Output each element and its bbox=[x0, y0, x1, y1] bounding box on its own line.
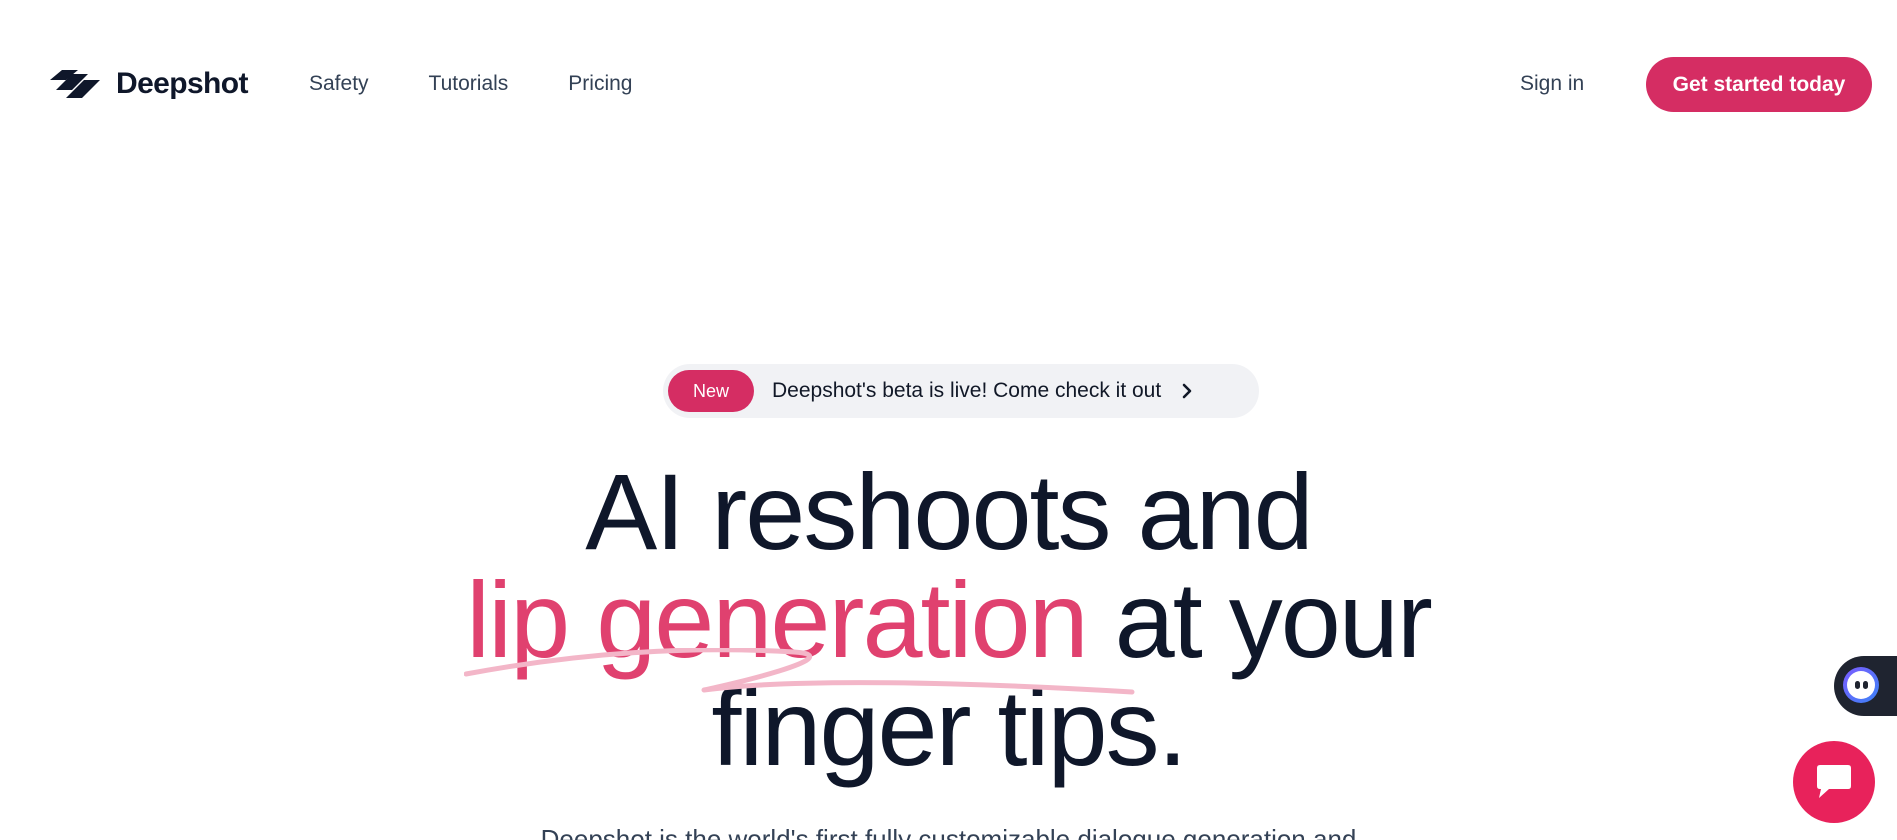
brand-name: Deepshot bbox=[116, 67, 248, 100]
hero-line-1: AI reshoots and bbox=[585, 451, 1313, 572]
announcement-text: Deepshot's beta is live! Come check it o… bbox=[772, 379, 1162, 402]
main-nav: Safety Tutorials Pricing bbox=[309, 70, 693, 98]
hero-subtitle: Deepshot is the world's first fully cust… bbox=[540, 824, 1357, 840]
sign-in-link[interactable]: Sign in bbox=[1520, 70, 1584, 98]
nav-link-safety[interactable]: Safety bbox=[309, 70, 369, 98]
hero-heading: AI reshoots and lip generation at your f… bbox=[0, 458, 1897, 782]
assistant-eye-left bbox=[1855, 681, 1860, 689]
hero-accent-wrap: lip generation bbox=[464, 566, 1135, 695]
assistant-widget-tab[interactable] bbox=[1834, 656, 1897, 716]
assistant-eye-right bbox=[1863, 681, 1868, 689]
deepshot-logo-icon bbox=[50, 70, 100, 98]
chat-icon bbox=[1817, 765, 1851, 798]
hero-line-2: lip generation at your bbox=[0, 566, 1897, 695]
hero-accent-text: lip generation bbox=[466, 559, 1088, 680]
assistant-face-inner bbox=[1847, 671, 1875, 699]
nav-link-pricing[interactable]: Pricing bbox=[568, 70, 632, 98]
new-badge: New bbox=[668, 370, 754, 412]
assistant-face-icon bbox=[1843, 667, 1879, 703]
hero-line-3: finger tips. bbox=[711, 667, 1187, 788]
brand-logo[interactable]: Deepshot bbox=[48, 66, 248, 102]
announcement-pill[interactable]: New Deepshot's beta is live! Come check … bbox=[663, 364, 1259, 418]
chat-launcher-button[interactable] bbox=[1793, 741, 1875, 823]
get-started-button[interactable]: Get started today bbox=[1646, 57, 1872, 112]
nav-link-tutorials[interactable]: Tutorials bbox=[429, 70, 509, 98]
chevron-right-icon bbox=[1182, 383, 1192, 399]
hero-line-2-rest: at your bbox=[1086, 559, 1433, 680]
page: Deepshot Safety Tutorials Pricing Sign i… bbox=[0, 0, 1897, 840]
